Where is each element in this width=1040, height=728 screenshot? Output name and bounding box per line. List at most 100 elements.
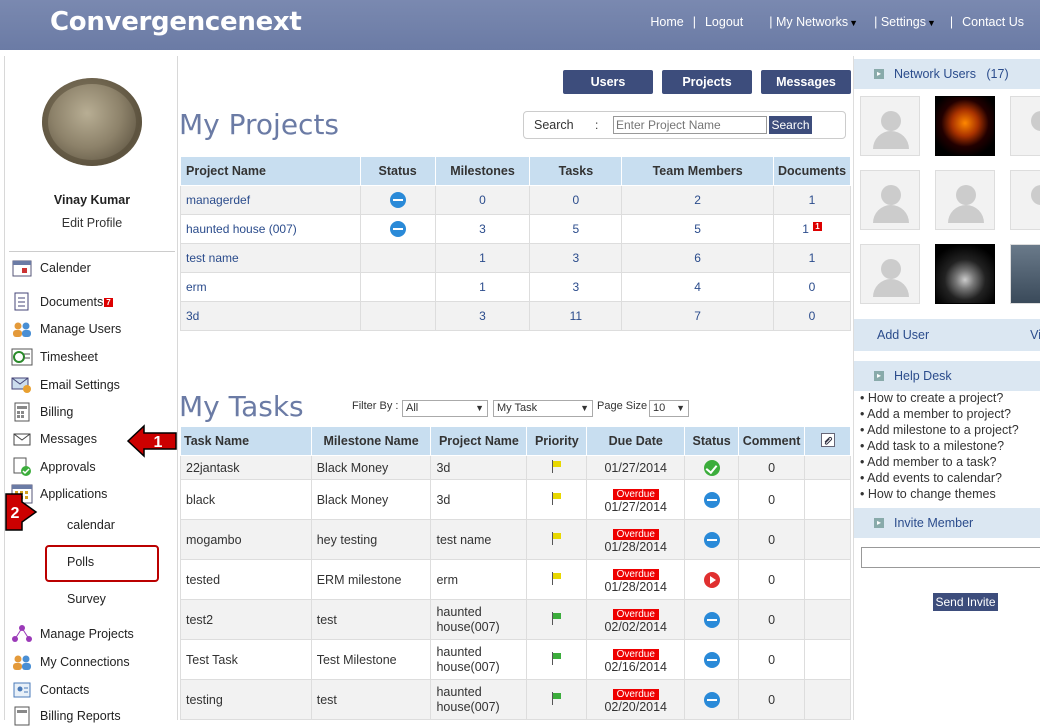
task-name-link[interactable]: black (180, 479, 312, 520)
submenu-calendar[interactable]: calendar (67, 518, 115, 532)
help-item[interactable]: • How to change themes (860, 487, 996, 501)
project-name-link[interactable]: managerdef (180, 185, 361, 215)
comment-cell[interactable]: 0 (738, 599, 806, 640)
nav-home-link[interactable]: Home (650, 15, 683, 29)
sidebar-item-calender[interactable]: Calender (11, 256, 91, 280)
tasks-cell[interactable]: 3 (529, 243, 623, 273)
documents-cell[interactable]: 0 (773, 301, 851, 331)
col-documents[interactable]: Documents (773, 156, 851, 186)
col-status[interactable]: Status (684, 426, 740, 456)
comment-cell[interactable]: 0 (738, 479, 806, 520)
add-user-link[interactable]: Add User (877, 328, 929, 342)
network-users-header[interactable]: ▸ Network Users (17) (854, 59, 1040, 89)
status-cell[interactable] (684, 479, 740, 520)
sidebar-item-timesheet[interactable]: Timesheet (11, 345, 98, 369)
status-cell[interactable] (684, 599, 740, 640)
col-task-name[interactable]: Task Name (180, 426, 312, 456)
help-item[interactable]: • Add a member to project? (860, 407, 1011, 421)
project-name-link[interactable]: haunted house (007) (180, 214, 361, 244)
network-user-avatar[interactable] (935, 170, 995, 230)
edit-profile-link[interactable]: Edit Profile (5, 216, 179, 230)
page-size-select[interactable]: 10 ▼ (649, 400, 689, 417)
help-item[interactable]: • Add milestone to a project? (860, 423, 1019, 437)
task-name-link[interactable]: 22jantask (180, 455, 312, 480)
network-user-photo[interactable] (1010, 244, 1040, 304)
col-project-name[interactable]: Project Name (430, 426, 528, 456)
col-team-members[interactable]: Team Members (621, 156, 774, 186)
sidebar-item-manage-projects[interactable]: Manage Projects (11, 622, 134, 646)
sidebar-item-billing-reports[interactable]: Billing Reports (11, 704, 121, 728)
help-item[interactable]: • Add events to calendar? (860, 471, 1002, 485)
task-name-link[interactable]: testing (180, 679, 312, 720)
send-invite-button[interactable]: Send Invite (933, 593, 998, 611)
comment-cell[interactable]: 0 (738, 559, 806, 600)
network-user-photo[interactable] (935, 244, 995, 304)
submenu-survey[interactable]: Survey (67, 592, 106, 606)
task-name-link[interactable]: Test Task (180, 639, 312, 680)
project-name-link[interactable]: test name (180, 243, 361, 273)
col-status[interactable]: Status (359, 156, 436, 186)
documents-cell[interactable]: 0 (773, 272, 851, 302)
help-desk-header[interactable]: ▸ Help Desk (854, 361, 1040, 391)
invite-email-input[interactable] (861, 547, 1040, 568)
view-all-link[interactable]: Vi (1030, 328, 1040, 342)
status-cell[interactable] (684, 679, 740, 720)
sidebar-item-my-connections[interactable]: My Connections (11, 650, 130, 674)
sidebar-item-contacts[interactable]: Contacts (11, 678, 89, 702)
col-priority[interactable]: Priority (526, 426, 588, 456)
tab-projects[interactable]: Projects (662, 70, 752, 94)
network-user-avatar[interactable] (1010, 170, 1040, 230)
submenu-polls[interactable]: Polls (67, 555, 94, 569)
avatar[interactable] (42, 78, 142, 166)
documents-cell[interactable]: 1 (773, 185, 851, 215)
col-milestone-name[interactable]: Milestone Name (310, 426, 432, 456)
status-cell[interactable] (684, 455, 740, 480)
help-item[interactable]: • Add task to a milestone? (860, 439, 1004, 453)
tasks-cell[interactable]: 5 (529, 214, 623, 244)
status-cell[interactable] (684, 559, 740, 600)
tasks-cell[interactable]: 3 (529, 272, 623, 302)
network-user-avatar[interactable] (1010, 96, 1040, 156)
task-name-link[interactable]: test2 (180, 599, 312, 640)
milestones-cell[interactable]: 3 (434, 214, 531, 244)
team-cell[interactable]: 5 (621, 214, 774, 244)
team-cell[interactable]: 7 (621, 301, 774, 331)
sidebar-item-manage-users[interactable]: Manage Users (11, 317, 121, 341)
milestones-cell[interactable]: 1 (434, 243, 531, 273)
milestones-cell[interactable]: 3 (434, 301, 531, 331)
filter-select-task[interactable]: My Task ▼ (493, 400, 593, 417)
nav-my-networks-menu[interactable]: | My Networks▼ (769, 15, 858, 29)
sidebar-item-documents[interactable]: Documents 7 (11, 290, 113, 314)
brand-logo[interactable]: Convergencenext (50, 7, 302, 37)
team-cell[interactable]: 2 (621, 185, 774, 215)
col-milestones[interactable]: Milestones (434, 156, 531, 186)
tasks-cell[interactable]: 11 (529, 301, 623, 331)
status-cell[interactable] (684, 639, 740, 680)
invite-member-header[interactable]: ▸ Invite Member (854, 508, 1040, 538)
nav-settings-menu[interactable]: | Settings▼ (874, 15, 936, 29)
help-item[interactable]: • How to create a project? (860, 391, 1003, 405)
task-name-link[interactable]: mogambo (180, 519, 312, 560)
filter-select-scope[interactable]: All ▼ (402, 400, 488, 417)
status-cell[interactable] (684, 519, 740, 560)
sidebar-item-email-settings[interactable]: Email Settings (11, 373, 120, 397)
col-attachment[interactable] (804, 426, 851, 456)
team-cell[interactable]: 6 (621, 243, 774, 273)
comment-cell[interactable]: 0 (738, 639, 806, 680)
tasks-cell[interactable]: 0 (529, 185, 623, 215)
col-due-date[interactable]: Due Date (586, 426, 686, 456)
sidebar-item-approvals[interactable]: Approvals (11, 455, 96, 479)
help-item[interactable]: • Add member to a task? (860, 455, 996, 469)
col-project-name[interactable]: Project Name (180, 156, 361, 186)
comment-cell[interactable]: 0 (738, 679, 806, 720)
col-tasks[interactable]: Tasks (529, 156, 623, 186)
nav-logout-link[interactable]: Logout (705, 15, 743, 29)
milestones-cell[interactable]: 0 (434, 185, 531, 215)
network-user-avatar[interactable] (860, 244, 920, 304)
network-user-avatar[interactable] (860, 170, 920, 230)
team-cell[interactable]: 4 (621, 272, 774, 302)
nav-contact-link[interactable]: Contact Us (962, 15, 1024, 29)
sidebar-item-messages[interactable]: Messages (11, 427, 97, 451)
search-button[interactable]: Search (769, 116, 812, 134)
project-name-link[interactable]: erm (180, 272, 361, 302)
